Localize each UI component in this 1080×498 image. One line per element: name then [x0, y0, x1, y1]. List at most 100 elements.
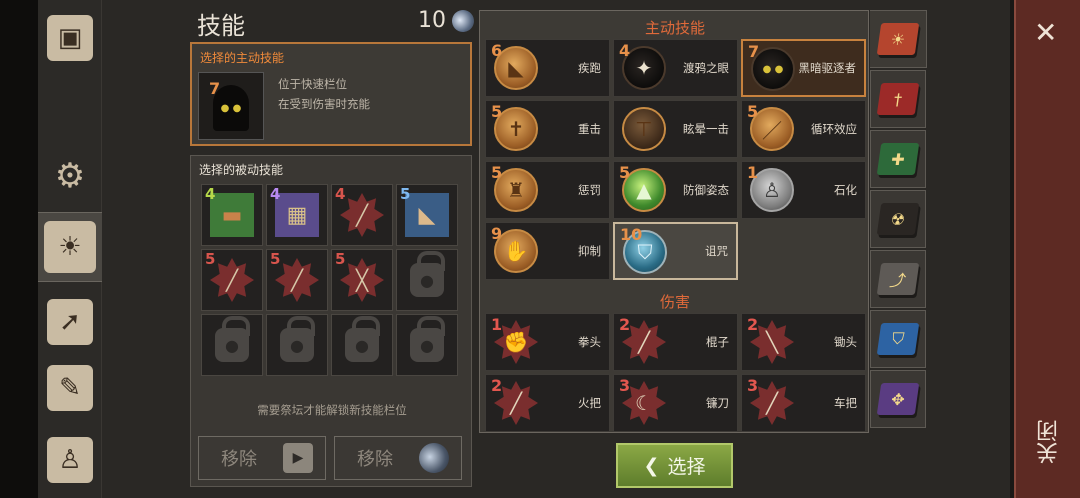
- skill-name: 惩罚: [578, 183, 601, 197]
- skill-name: 黑暗驱逐者: [798, 61, 857, 75]
- skill-card[interactable]: 1 ✊ 拳头: [485, 313, 610, 371]
- slot-level: 5: [270, 250, 281, 268]
- tab-active-skills[interactable]: ☀: [870, 10, 927, 68]
- remove-ad-button[interactable]: 移除 ▶: [198, 436, 326, 480]
- lock-icon: ●: [410, 251, 445, 297]
- skill-card-selected[interactable]: 7 ● ● 黑暗驱逐者: [741, 39, 866, 97]
- skill-name: 循环效应: [811, 122, 857, 136]
- skill-card[interactable]: 3 ╱ 车把: [741, 374, 866, 432]
- skill-name: 镰刀: [706, 396, 729, 410]
- nav-map[interactable]: ➚: [42, 294, 98, 350]
- skill-level: 3: [619, 376, 631, 395]
- active-skills-heading: 主动技能: [644, 19, 705, 37]
- skill-card[interactable]: 2 ╲ 锄头: [741, 313, 866, 371]
- map-arrow-icon: ➚: [47, 299, 93, 345]
- locked-slot: ●: [201, 314, 263, 376]
- passive-slot[interactable]: 4 ╱: [331, 184, 393, 246]
- chest-icon: ▣: [47, 15, 93, 61]
- passive-slot[interactable]: 4 ▦: [266, 184, 328, 246]
- gem-icon: [447, 5, 479, 36]
- skill-points: 10: [418, 5, 479, 36]
- skill-card[interactable]: 6 ◣ 疾跑: [485, 39, 610, 97]
- skill-card[interactable]: 2 ╱ 棍子: [613, 313, 738, 371]
- skill-name: 锄头: [834, 335, 857, 349]
- slot-level: 5: [205, 250, 216, 268]
- skill-card[interactable]: ⊤ 眩晕一击: [613, 100, 738, 158]
- passive-slot[interactable]: 5 ╱: [266, 249, 328, 311]
- skill-points-value: 10: [418, 8, 446, 33]
- passive-heading: 选择的被动技能: [199, 163, 284, 177]
- nav-character[interactable]: ♙: [42, 432, 98, 488]
- skill-name: 车把: [834, 396, 857, 410]
- tab-damage[interactable]: †: [870, 70, 926, 128]
- locked-slot: ●: [266, 314, 328, 376]
- chevron-left-icon: ❮: [643, 454, 660, 477]
- skill-card[interactable]: 4 ✦ 渡鸦之眼: [613, 39, 738, 97]
- select-label: 选择: [667, 456, 706, 478]
- triad-icon: ⚙: [54, 156, 86, 196]
- left-nav: ▣ ⚙ ☀ ➚ ✎ ♙: [38, 0, 102, 498]
- axe-icon: ╳: [340, 258, 384, 302]
- selected-active-slot[interactable]: 7 ● ●: [198, 72, 264, 140]
- tab-defense[interactable]: ⛉: [870, 310, 926, 368]
- skill-name: 抑制: [578, 244, 601, 258]
- close-panel[interactable]: ✕ 关闭: [1014, 0, 1080, 498]
- tab-healing[interactable]: ✚: [870, 130, 926, 188]
- cross-book-icon: ✚: [876, 143, 920, 175]
- skill-level: 6: [491, 41, 503, 60]
- skill-catalogue-panel: 主动技能 6 ◣ 疾跑 4 ✦ 渡鸦之眼 7 ● ● 黑暗驱逐者 5 ✝ 重击 …: [479, 10, 869, 433]
- skill-level: 7: [748, 42, 760, 61]
- skill-card[interactable]: 5 ♜ 惩罚: [485, 161, 610, 219]
- lock-icon: ●: [345, 316, 380, 362]
- tab-crafting[interactable]: ✥: [870, 370, 926, 428]
- skill-card[interactable]: 5 ▲ 防御姿态: [613, 161, 738, 219]
- skill-card[interactable]: 2 ╱ 火把: [485, 374, 610, 432]
- slot-level: 4: [205, 185, 216, 203]
- nav-craft[interactable]: ⚙: [42, 148, 98, 204]
- skill-card[interactable]: 9 ✋ 抑制: [485, 222, 610, 280]
- selected-active-heading: 选择的主动技能: [200, 51, 285, 65]
- gear-book-icon: ✥: [876, 383, 920, 415]
- skill-card[interactable]: 1 ♙ 石化: [741, 161, 866, 219]
- active-skill-description: 位于快速栏位 在受到伤害时充能: [278, 74, 370, 114]
- select-button[interactable]: ❮ 选择: [616, 443, 733, 488]
- lock-icon: ●: [410, 316, 445, 362]
- skill-name: 渡鸦之眼: [683, 61, 729, 75]
- skill-card[interactable]: 5 ／ 循环效应: [741, 100, 866, 158]
- skill-level: 5: [619, 163, 631, 182]
- nav-chest[interactable]: ▣: [42, 10, 98, 66]
- nav-skills[interactable]: ☀: [38, 212, 102, 282]
- passive-slot[interactable]: 5 ╱: [201, 249, 263, 311]
- passive-slot[interactable]: 5 ◣: [396, 184, 458, 246]
- skill-name: 重击: [578, 122, 601, 136]
- close-icon[interactable]: ✕: [1034, 16, 1057, 49]
- skill-name: 石化: [834, 183, 857, 197]
- unlock-hint: 需要祭坛才能解锁新技能栏位: [257, 403, 407, 417]
- spear-icon: ╱: [275, 258, 319, 302]
- desc-line-2: 在受到伤害时充能: [278, 97, 370, 111]
- skill-level: 5: [747, 102, 759, 121]
- remove-label: 移除: [221, 449, 257, 470]
- skill-level: 1: [491, 315, 503, 334]
- tab-movement[interactable]: ⤴: [870, 250, 926, 308]
- tab-dark[interactable]: ☢: [870, 190, 926, 248]
- desc-line-1: 位于快速栏位: [278, 77, 347, 91]
- skill-card-current[interactable]: 10 ⛉ 诅咒: [613, 222, 738, 280]
- skill-card[interactable]: 3 ☾ 镰刀: [613, 374, 738, 432]
- stun-strike-icon: ⊤: [622, 107, 666, 151]
- gem-icon: [413, 437, 455, 479]
- passive-slot[interactable]: 4 ▬: [201, 184, 263, 246]
- sword-book-icon: †: [876, 83, 920, 115]
- passive-slot[interactable]: 5 ╳: [331, 249, 393, 311]
- nav-scroll[interactable]: ✎: [42, 360, 98, 416]
- close-label[interactable]: 关闭: [1034, 420, 1066, 464]
- video-ad-icon: ▶: [283, 443, 313, 473]
- dark-banisher-icon: ● ●: [213, 85, 249, 131]
- remove-gem-button[interactable]: 移除: [334, 436, 462, 480]
- lock-icon: ●: [215, 316, 250, 362]
- page-title: 技能: [197, 12, 245, 40]
- skill-name: 火把: [578, 396, 601, 410]
- skill-card[interactable]: 5 ✝ 重击: [485, 100, 610, 158]
- slot-level: 4: [335, 185, 346, 203]
- damage-heading: 伤害: [659, 293, 690, 311]
